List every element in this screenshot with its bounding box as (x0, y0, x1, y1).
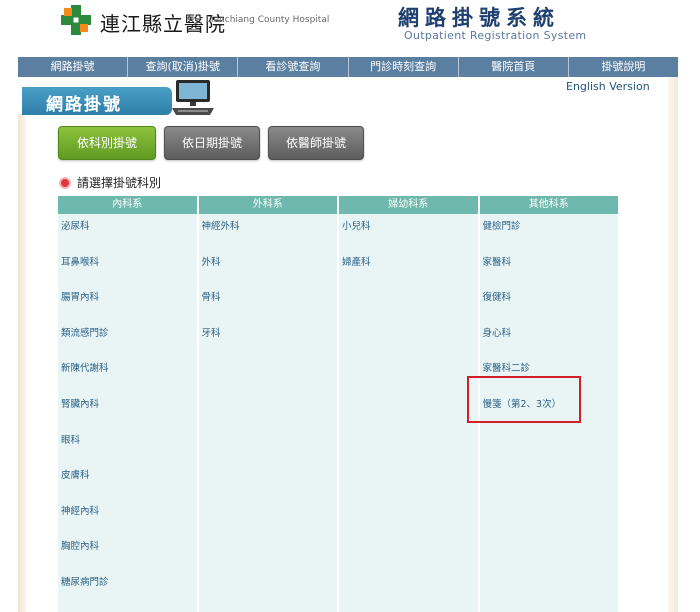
right-decor-bar (668, 77, 678, 612)
section-title: 網路掛號 (46, 95, 122, 115)
computer-icon (172, 80, 214, 115)
nav-query-cancel-registration[interactable]: 查詢(取消)掛號 (128, 57, 239, 77)
dept-link-pulmonology[interactable]: 胸腔內科 (58, 538, 197, 574)
dept-link-diabetes-clinic[interactable]: 糖尿病門診 (58, 574, 197, 610)
header-internal-medicine: 內科系 (58, 196, 199, 214)
dept-link-obstetrics-gynecology[interactable]: 婦產科 (339, 254, 478, 290)
nav-online-registration[interactable]: 網路掛號 (18, 57, 129, 77)
nav-registration-help[interactable]: 掛號說明 (569, 57, 678, 77)
red-bullet-icon (59, 176, 71, 189)
dept-link-gastroenterology[interactable]: 腸胃內科 (58, 289, 197, 325)
dept-link-family-medicine[interactable]: 家醫科 (480, 254, 619, 290)
dept-link-rehabilitation[interactable]: 復健科 (480, 289, 619, 325)
english-version-link[interactable]: English Version (566, 80, 650, 93)
nav-hospital-home[interactable]: 醫院首頁 (459, 57, 569, 77)
system-title: 網路掛號系統 (398, 5, 560, 30)
system-title-en: Outpatient Registration System (404, 29, 587, 42)
nav-clinic-schedule[interactable]: 門診時刻查詢 (349, 57, 459, 77)
site-header: 連江縣立醫院 Lienchiang County Hospital 網路掛號系統… (0, 0, 700, 56)
dept-link-metabolism[interactable]: 新陳代謝科 (58, 360, 197, 396)
registration-mode-buttons: 依科別掛號 依日期掛號 依醫師掛號 (58, 126, 364, 160)
column-surgery: 神經外科 外科 骨科 牙科 (199, 214, 339, 612)
by-date-button[interactable]: 依日期掛號 (164, 126, 260, 160)
dept-link-psychiatry[interactable]: 身心科 (480, 325, 619, 361)
dept-link-dentistry[interactable]: 牙科 (199, 325, 338, 361)
main-nav: 網路掛號 查詢(取消)掛號 看診號查詢 門診時刻查詢 醫院首頁 掛號說明 (18, 57, 678, 77)
dept-link-flu-clinic[interactable]: 類流感門診 (58, 325, 197, 361)
dept-link-pediatrics[interactable]: 小兒科 (339, 218, 478, 254)
department-prompt: 請選擇掛號科別 (59, 174, 161, 191)
column-women-children: 小兒科 婦產科 (339, 214, 480, 612)
left-decor-bar (18, 114, 26, 612)
by-doctor-button[interactable]: 依醫師掛號 (268, 126, 364, 160)
dept-link-neurosurgery[interactable]: 神經外科 (199, 218, 338, 254)
nav-queue-number-query[interactable]: 看診號查詢 (238, 57, 349, 77)
by-department-button[interactable]: 依科別掛號 (58, 126, 156, 160)
dept-link-ent[interactable]: 耳鼻喉科 (58, 254, 197, 290)
dept-link-ophthalmology[interactable]: 眼科 (58, 432, 197, 468)
dept-link-neurology[interactable]: 神經內科 (58, 503, 197, 539)
header-women-children: 婦幼科系 (339, 196, 480, 214)
dept-link-urology[interactable]: 泌尿科 (58, 218, 197, 254)
header-other: 其他科系 (528, 199, 569, 210)
dept-link-dermatology[interactable]: 皮膚科 (58, 467, 197, 503)
dept-link-health-check[interactable]: 健檢門診 (480, 218, 619, 254)
header-surgery: 外科系 (199, 196, 339, 214)
highlight-annotation-box (467, 376, 581, 423)
department-table-header: 內科系 外科系 婦幼科系 其他科系 (58, 196, 618, 214)
hospital-name-en: Lienchiang County Hospital (206, 15, 330, 25)
hospital-logo-icon[interactable] (58, 2, 94, 38)
dept-link-nephrology[interactable]: 腎臟內科 (58, 396, 197, 432)
dept-link-orthopedics[interactable]: 骨科 (199, 289, 338, 325)
department-prompt-text: 請選擇掛號科別 (77, 176, 162, 190)
column-internal-medicine: 泌尿科 耳鼻喉科 腸胃內科 類流感門診 新陳代謝科 腎臟內科 眼科 皮膚科 神經… (58, 214, 199, 612)
dept-link-general-surgery[interactable]: 外科 (199, 254, 338, 290)
